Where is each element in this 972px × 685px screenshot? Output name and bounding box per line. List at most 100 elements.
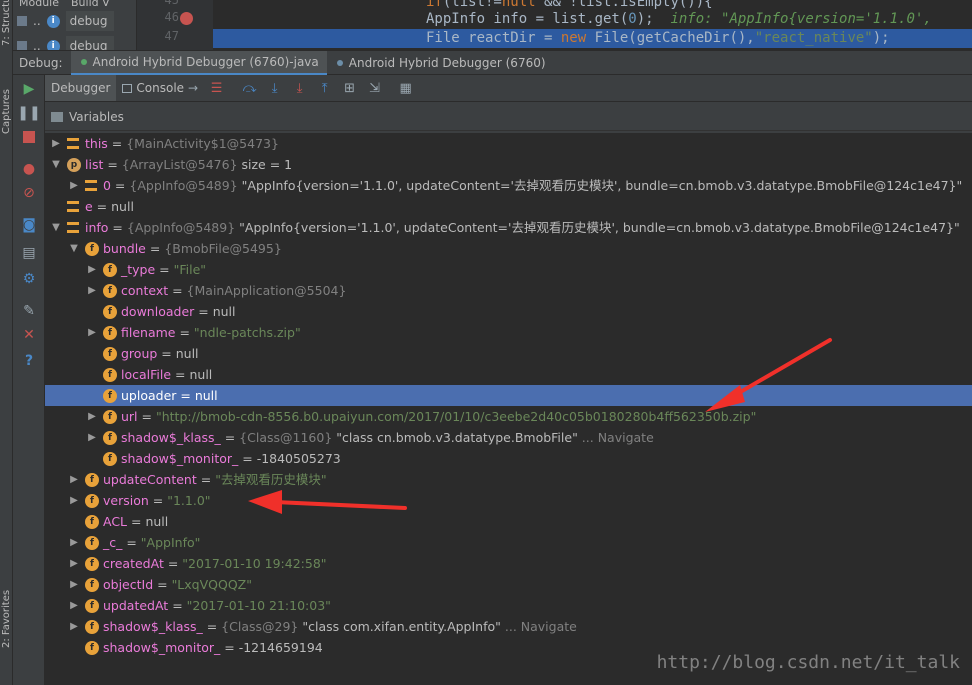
force-step-into-icon[interactable]: ⤓ xyxy=(287,77,312,99)
info-icon: i xyxy=(46,39,60,50)
variable-row[interactable]: ▶ f filename = "ndle-patchs.zip" xyxy=(45,322,972,343)
show-execution-point-icon[interactable]: ☰ xyxy=(204,77,229,99)
variable-row[interactable]: f downloader = null xyxy=(45,301,972,322)
expand-arrow-icon[interactable]: ▶ xyxy=(87,406,97,427)
module-icon xyxy=(17,41,27,50)
variable-operator: = xyxy=(238,451,257,466)
collapse-arrow-icon[interactable]: ▼ xyxy=(51,154,61,175)
variable-name: group xyxy=(121,346,158,361)
debug-session-bar: Debug: Android Hybrid Debugger (6760)-ja… xyxy=(13,50,972,75)
variable-row[interactable]: ▶ this = {MainActivity$1@5473} xyxy=(45,133,972,154)
step-into-icon[interactable]: ⤓ xyxy=(262,77,287,99)
expand-arrow-icon[interactable]: ▶ xyxy=(69,616,79,637)
variable-row[interactable]: f shadow$_monitor_ = -1840505273 xyxy=(45,448,972,469)
structure-tool-tab[interactable]: 7: Structure xyxy=(0,0,13,46)
tab-android-hybrid-debugger-java[interactable]: Android Hybrid Debugger (6760)-java xyxy=(70,50,327,75)
variable-row[interactable]: ▶ f shadow$_klass_ = {Class@1160} "class c… xyxy=(45,427,972,448)
expand-arrow-icon[interactable]: ▶ xyxy=(87,259,97,280)
variable-row[interactable]: ▶ f url = "http://bmob-cdn-8556.b0.upaiyun… xyxy=(45,406,972,427)
expand-arrow-icon[interactable]: ▶ xyxy=(87,280,97,301)
tab-label: Android Hybrid Debugger (6760) xyxy=(348,55,546,70)
view-breakpoints-icon[interactable]: ● xyxy=(21,161,37,177)
variable-name: url xyxy=(121,409,138,424)
variable-row[interactable]: ▶ f updateContent = "去掉观看历史模块" xyxy=(45,469,972,490)
variable-row[interactable]: f group = null xyxy=(45,343,972,364)
variable-text: shadow$_klass_ = {Class@29} "class com.x… xyxy=(103,616,577,637)
variable-row[interactable]: ▶ f _type = "File" xyxy=(45,259,972,280)
code-line[interactable]: File reactDir = new File(getCacheDir(),"… xyxy=(213,29,972,48)
variable-text: 0 = {AppInfo@5489} "AppInfo{version='1.1… xyxy=(103,175,962,196)
settings-icon[interactable]: ⚙ xyxy=(21,271,37,287)
variable-row[interactable]: ▶ 0 = {AppInfo@5489} "AppInfo{version='1.… xyxy=(45,175,972,196)
help-icon[interactable]: ? xyxy=(21,353,37,369)
variable-text: uploader = null xyxy=(121,385,218,406)
variable-icon xyxy=(67,222,79,233)
variable-row[interactable]: ▶ f updatedAt = "2017-01-10 21:10:03" xyxy=(45,595,972,616)
variable-row[interactable]: ▶ f version = "1.1.0" xyxy=(45,490,972,511)
collapse-arrow-icon[interactable]: ▼ xyxy=(69,238,79,259)
module-icon xyxy=(17,16,27,26)
captures-tool-tab[interactable]: Captures xyxy=(0,76,13,134)
variable-name: shadow$_monitor_ xyxy=(121,451,239,466)
resume-icon[interactable]: ▶ xyxy=(21,81,37,97)
mute-breakpoints-icon[interactable]: ⊘ xyxy=(21,185,37,201)
drop-frame-icon[interactable]: ⊞ xyxy=(337,77,362,99)
step-out-icon[interactable]: ⤒ xyxy=(312,77,337,99)
navigate-link[interactable]: ... Navigate xyxy=(578,430,654,445)
variable-name: updatedAt xyxy=(103,598,169,613)
variant-row[interactable]: .. i debug xyxy=(17,36,114,50)
variable-row[interactable]: ▶ f shadow$_klass_ = {Class@29} "class com… xyxy=(45,616,972,637)
camera-icon[interactable]: ◙ xyxy=(21,217,37,233)
stop-icon[interactable] xyxy=(21,129,37,145)
variable-name: updateContent xyxy=(103,472,197,487)
code-line[interactable]: AppInfo info = list.get(0); info: "AppIn… xyxy=(213,10,972,29)
expand-arrow-icon[interactable]: ▶ xyxy=(87,322,97,343)
variable-row[interactable]: f localFile = null xyxy=(45,364,972,385)
expand-arrow-icon[interactable]: ▶ xyxy=(69,574,79,595)
variable-text: this = {MainActivity$1@5473} xyxy=(85,133,279,154)
expand-arrow-icon[interactable]: ▶ xyxy=(69,490,79,511)
variant-row[interactable]: .. i debug xyxy=(17,11,114,31)
variable-row[interactable]: ▼ f bundle = {BmobFile@5495} xyxy=(45,238,972,259)
variable-row[interactable]: ▼ info = {AppInfo@5489} "AppInfo{version=… xyxy=(45,217,972,238)
collapse-arrow-icon[interactable]: ▼ xyxy=(51,217,61,238)
breakpoint-icon[interactable] xyxy=(180,12,193,25)
expand-arrow-icon[interactable]: ▶ xyxy=(51,133,61,154)
tab-android-hybrid-debugger[interactable]: Android Hybrid Debugger (6760) xyxy=(327,51,554,75)
favorites-tool-tab[interactable]: 2: Favorites xyxy=(0,578,13,648)
variable-row[interactable]: ▶ f _c_ = "AppInfo" xyxy=(45,532,972,553)
expand-arrow-icon[interactable]: ▶ xyxy=(87,427,97,448)
layout-icon[interactable]: ▤ xyxy=(21,245,37,261)
expand-arrow-icon[interactable]: ▶ xyxy=(69,553,79,574)
expand-arrow-icon[interactable]: ▶ xyxy=(69,469,79,490)
step-over-icon[interactable]: ⤼ xyxy=(237,77,262,99)
variable-row[interactable]: ▶ f objectId = "LxqVQQQZ" xyxy=(45,574,972,595)
variable-row[interactable]: f uploader = null xyxy=(45,385,972,406)
code-token: ); xyxy=(636,11,671,27)
variable-text: url = "http://bmob-cdn-8556.b0.upaiyun.c… xyxy=(121,406,756,427)
expand-arrow-icon[interactable]: ▶ xyxy=(69,532,79,553)
variable-name: _type xyxy=(121,262,156,277)
variables-tree[interactable]: ▶ this = {MainActivity$1@5473} ▼ p list = {A… xyxy=(45,133,972,685)
run-to-cursor-icon[interactable]: ⇲ xyxy=(362,77,387,99)
variant-value[interactable]: debug xyxy=(65,11,114,31)
evaluate-expression-icon[interactable]: ▦ xyxy=(393,77,418,99)
field-icon: f xyxy=(103,305,117,319)
expand-arrow-icon[interactable]: ▶ xyxy=(69,175,79,196)
variable-row[interactable]: ▶ f createdAt = "2017-01-10 19:42:58" xyxy=(45,553,972,574)
tab-console[interactable]: Console → xyxy=(116,75,204,101)
pause-icon[interactable]: ❚❚ xyxy=(17,105,40,121)
code-token: File reactDir = xyxy=(426,30,561,46)
variant-value[interactable]: debug xyxy=(65,36,114,50)
variable-row[interactable]: ▶ f context = {MainApplication@5504} xyxy=(45,280,972,301)
pin-icon[interactable]: ✎ xyxy=(21,303,37,319)
navigate-link[interactable]: ... Navigate xyxy=(501,619,577,634)
expand-arrow-icon[interactable]: ▶ xyxy=(69,595,79,616)
variable-row[interactable]: ▼ p list = {ArrayList@5476} size = 1 xyxy=(45,154,972,175)
variable-row[interactable]: f ACL = null xyxy=(45,511,972,532)
session-running-icon xyxy=(336,59,343,66)
close-icon[interactable]: ✕ xyxy=(21,327,37,343)
tab-debugger[interactable]: Debugger xyxy=(45,75,117,101)
variable-row[interactable]: e = null xyxy=(45,196,972,217)
code-editor[interactable]: if(list!=null && !list.isEmpty()){AppInf… xyxy=(213,0,972,50)
